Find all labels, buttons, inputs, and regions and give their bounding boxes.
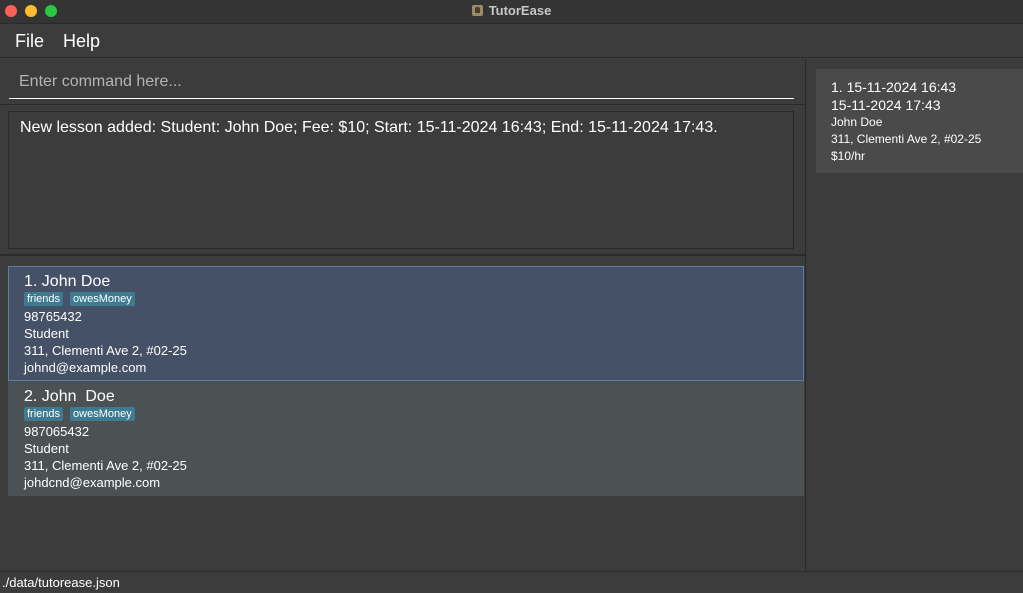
divider <box>0 254 805 256</box>
tag: friends <box>24 292 64 306</box>
person-address: 311, Clementi Ave 2, #02-25 <box>24 458 187 473</box>
menu-file[interactable]: File <box>15 31 44 52</box>
person-role: Student <box>24 326 69 341</box>
person-role: Student <box>24 441 69 456</box>
person-email: johdcnd@example.com <box>24 475 161 490</box>
tag: owesMoney <box>70 292 135 306</box>
lesson-pane: 1. 15-11-2024 16:43 15-11-2024 17:43 Joh… <box>806 59 1023 571</box>
person-card[interactable]: 2. John Doe friends owesMoney 987065432 … <box>8 381 804 496</box>
main-pane: New lesson added: Student: John Doe; Fee… <box>0 59 805 571</box>
tag: friends <box>24 407 64 421</box>
data-file-path: ./data/tutorease.json <box>2 575 120 590</box>
divider <box>0 104 805 105</box>
lesson-end: 15-11-2024 17:43 <box>831 97 941 113</box>
app-icon <box>471 5 483 16</box>
lesson-address: 311, Clementi Ave 2, #02-25 <box>831 132 982 146</box>
lesson-start: 1. 15-11-2024 16:43 <box>831 79 957 95</box>
person-address: 311, Clementi Ave 2, #02-25 <box>24 343 187 358</box>
title-bar: TutorEase <box>0 0 1023 24</box>
tag: owesMoney <box>70 407 135 421</box>
menu-help[interactable]: Help <box>63 31 100 52</box>
person-phone: 987065432 <box>24 424 90 439</box>
window-title-wrap: TutorEase <box>0 3 1023 18</box>
window-title: TutorEase <box>488 3 552 18</box>
person-name: 2. John Doe <box>24 388 115 405</box>
person-name: 1. John Doe <box>24 273 111 290</box>
command-input[interactable] <box>9 65 794 98</box>
tag-list: friends owesMoney <box>24 292 803 306</box>
result-text: New lesson added: Student: John Doe; Fee… <box>20 119 718 136</box>
lesson-card[interactable]: 1. 15-11-2024 16:43 15-11-2024 17:43 Joh… <box>816 69 1023 173</box>
status-bar: ./data/tutorease.json <box>0 571 1023 593</box>
lesson-student: John Doe <box>831 115 883 129</box>
person-card[interactable]: 1. John Doe friends owesMoney 98765432 S… <box>8 266 804 381</box>
person-phone: 98765432 <box>24 309 82 324</box>
tag-list: friends owesMoney <box>24 407 804 421</box>
command-box <box>9 65 794 99</box>
person-list[interactable]: 1. John Doe friends owesMoney 98765432 S… <box>8 266 804 496</box>
lesson-fee: $10/hr <box>831 149 866 163</box>
menu-bar: File Help <box>0 25 1023 58</box>
result-display: New lesson added: Student: John Doe; Fee… <box>8 111 794 249</box>
person-email: johnd@example.com <box>24 360 147 375</box>
